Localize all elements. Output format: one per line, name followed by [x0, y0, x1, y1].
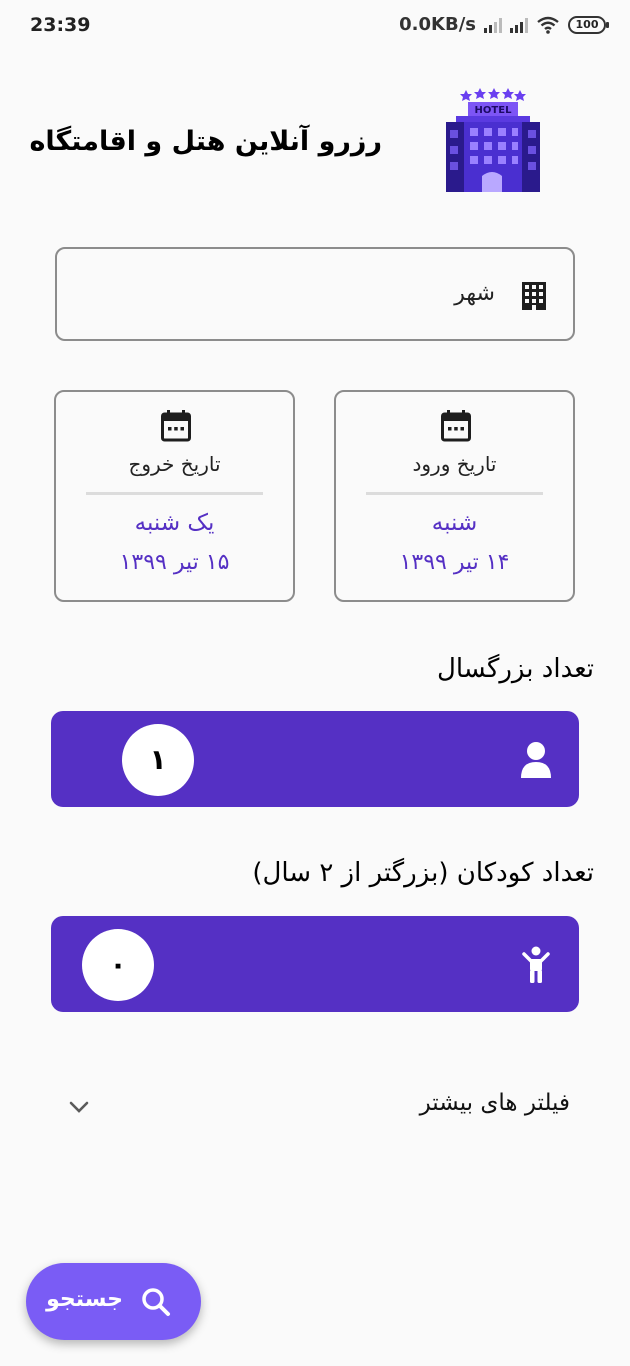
checkout-date: ۱۵ تیر ۱۳۹۹	[119, 550, 230, 575]
battery-indicator: 100	[568, 15, 609, 34]
checkout-date-card[interactable]: تاریخ خروج یک شنبه ۱۵ تیر ۱۳۹۹	[54, 390, 295, 602]
status-indicators: 0.0KB/s 100	[399, 14, 609, 35]
checkin-date-card[interactable]: تاریخ ورود شنبه ۱۴ تیر ۱۳۹۹	[334, 390, 575, 602]
children-counter[interactable]: ۰	[51, 916, 579, 1012]
search-icon	[142, 1288, 170, 1316]
filters-label: فیلتر های بیشتر	[419, 1090, 570, 1116]
status-bar: 23:39 0.0KB/s 100	[0, 0, 630, 56]
checkin-label: تاریخ ورود	[412, 452, 497, 476]
adults-label: تعداد بزرگسال	[436, 654, 594, 684]
calendar-icon	[441, 410, 471, 442]
checkout-day: یک شنبه	[134, 510, 215, 536]
search-button[interactable]: جستجو	[26, 1263, 201, 1340]
status-time: 23:39	[30, 14, 91, 36]
city-label: شهر	[454, 281, 495, 306]
person-icon	[521, 742, 551, 778]
divider	[86, 492, 263, 495]
signal-icon	[510, 17, 528, 33]
children-label: تعداد کودکان (بزرگتر از ۲ سال)	[252, 858, 594, 888]
child-icon	[522, 946, 550, 983]
checkin-date: ۱۴ تیر ۱۳۹۹	[399, 550, 510, 575]
adults-counter[interactable]: ۱	[51, 711, 579, 807]
adults-count[interactable]: ۱	[122, 724, 194, 796]
search-label: جستجو	[46, 1287, 123, 1312]
checkout-label: تاریخ خروج	[128, 452, 221, 476]
app-title: رزرو آنلاین هتل و اقامتگاه	[29, 126, 382, 157]
city-field[interactable]: شهر	[55, 247, 575, 341]
wifi-icon	[537, 16, 559, 34]
hotel-building-icon: HOTEL	[446, 88, 540, 192]
hotel-logo-text: HOTEL	[475, 105, 513, 116]
city-building-icon	[522, 282, 546, 310]
divider	[366, 492, 543, 495]
hotel-search-screen: 23:39 0.0KB/s 100 رزرو آنلاین هتل و اقام…	[0, 0, 630, 1366]
signal-icon	[484, 17, 502, 33]
more-filters-toggle[interactable]: فیلتر های بیشتر	[60, 1088, 570, 1128]
network-speed: 0.0KB/s	[399, 14, 476, 35]
calendar-icon	[161, 410, 191, 442]
checkin-day: شنبه	[431, 510, 478, 536]
chevron-down-icon[interactable]	[68, 1096, 90, 1118]
children-count[interactable]: ۰	[82, 929, 154, 1001]
